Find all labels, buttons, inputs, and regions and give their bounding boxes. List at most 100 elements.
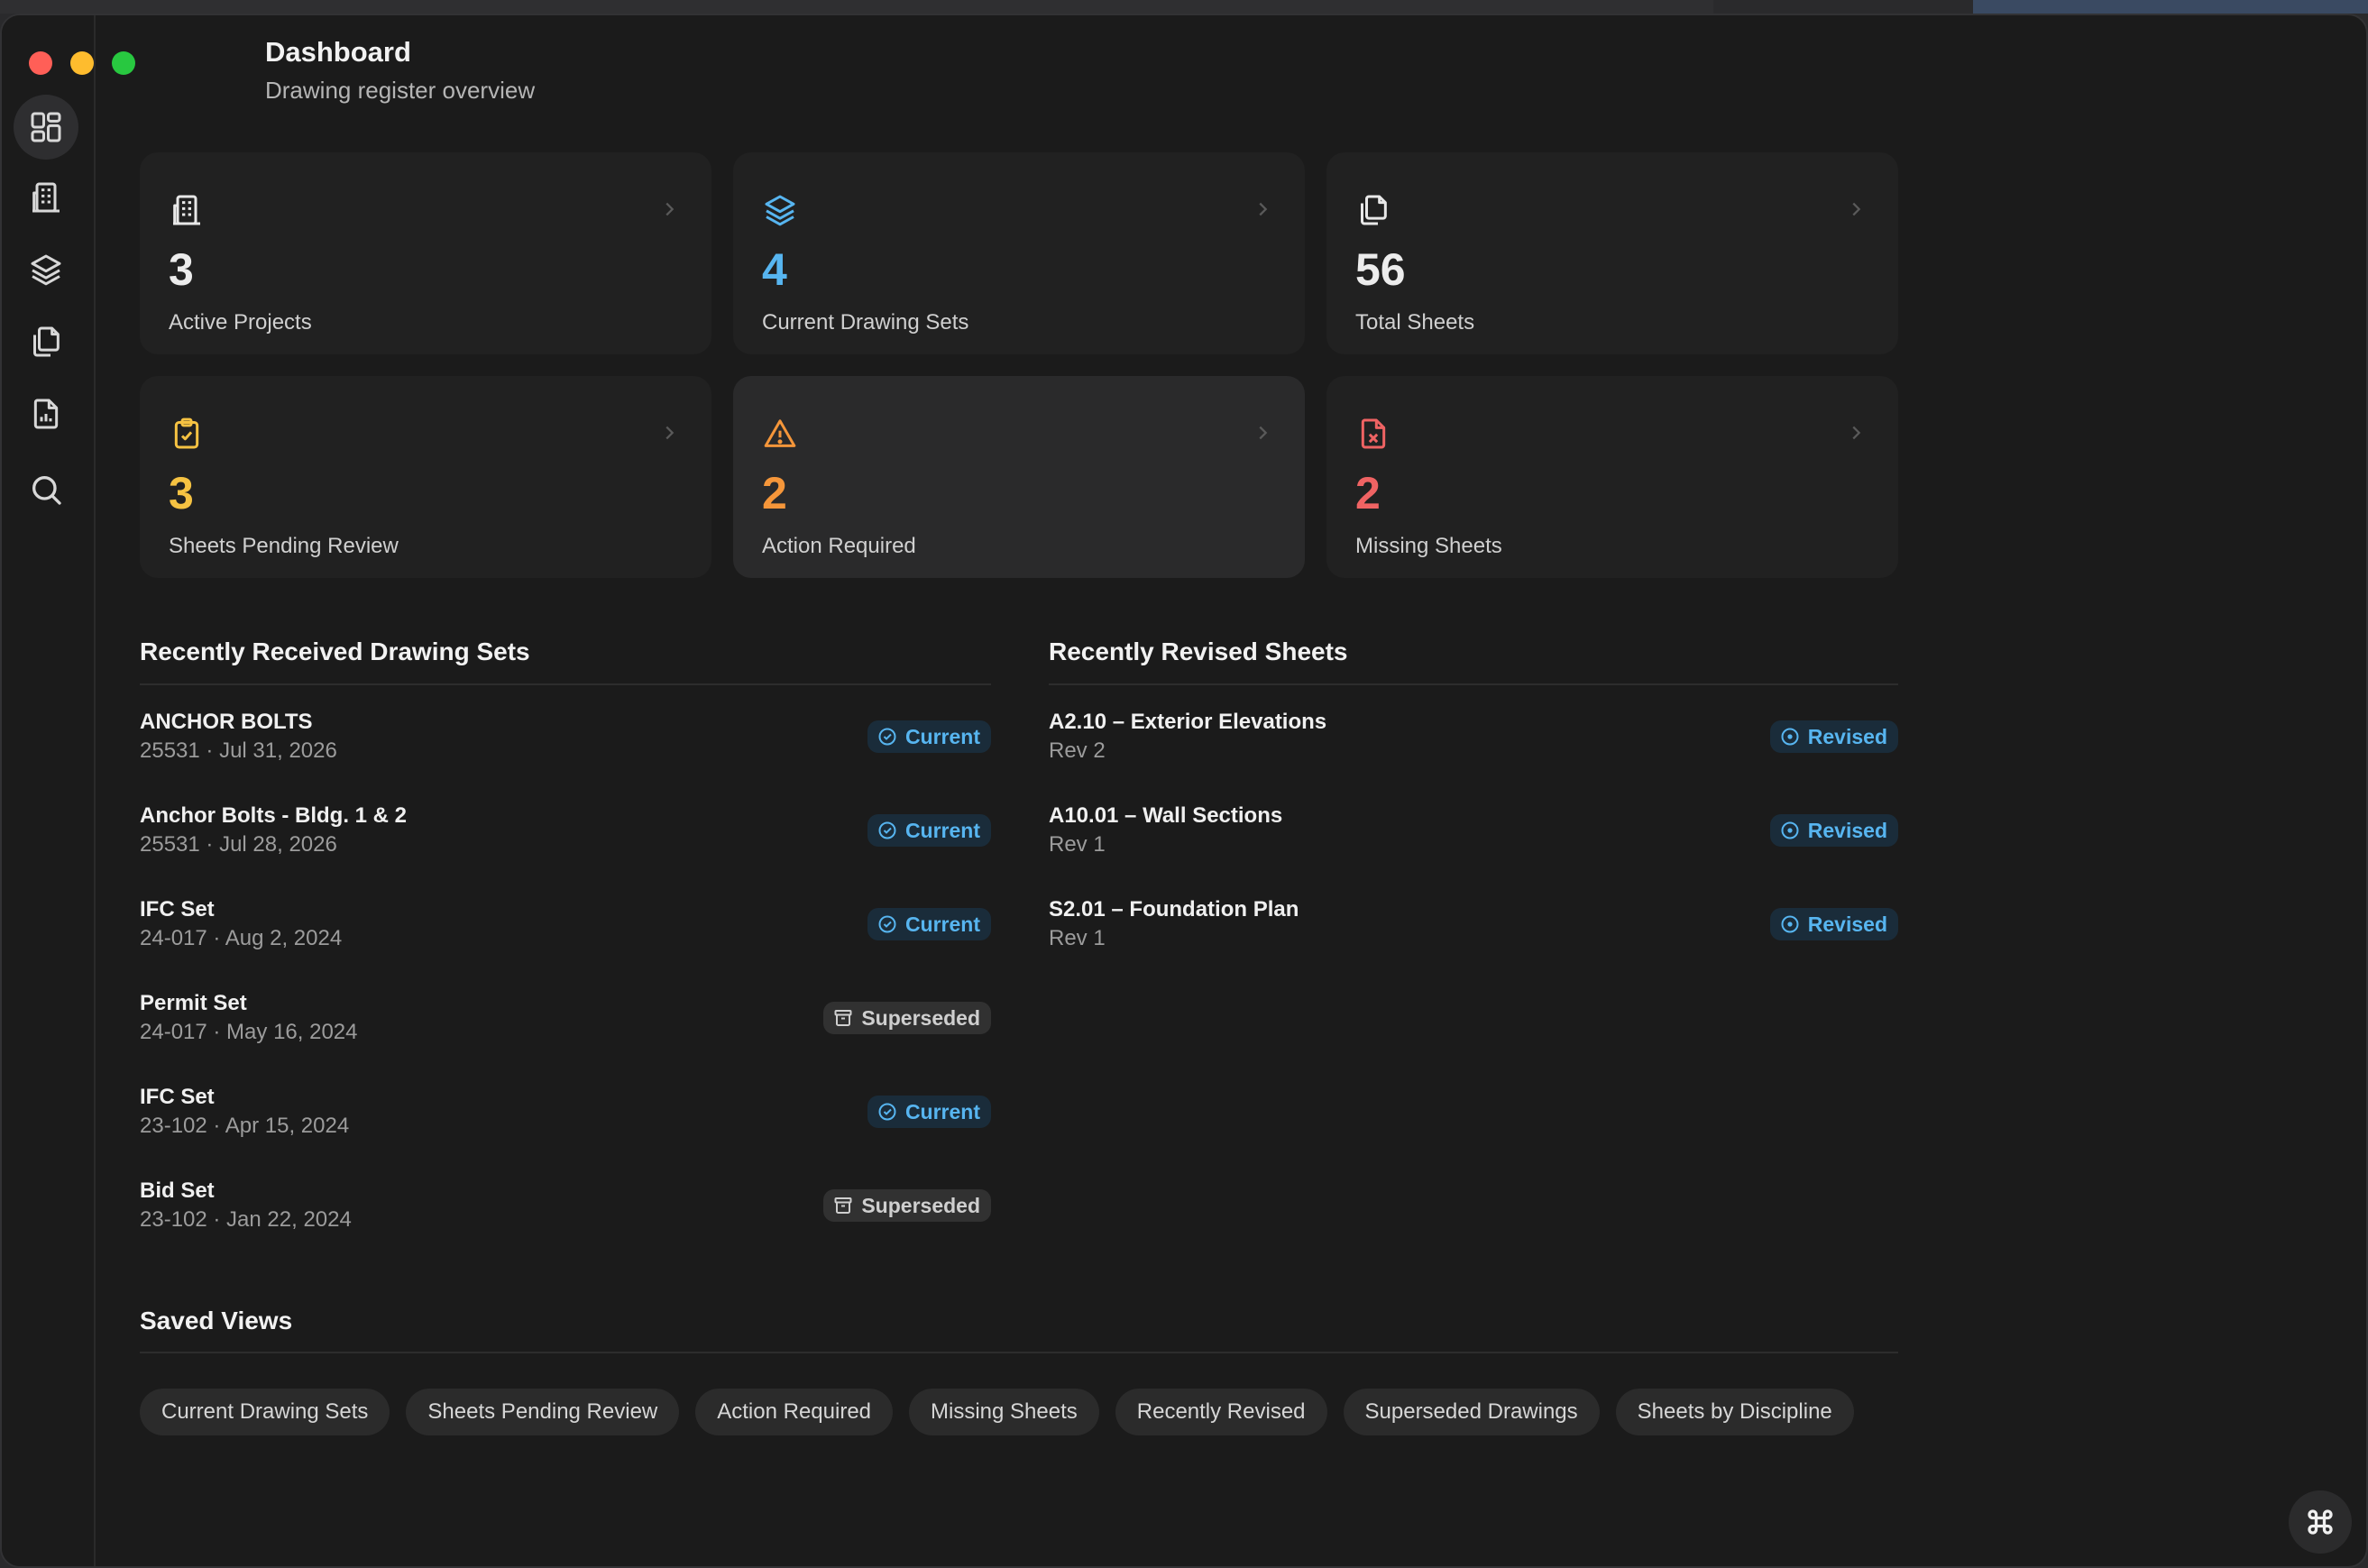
set-meta: 25531 · Jul 28, 2026: [140, 832, 337, 857]
command-button[interactable]: [2289, 1490, 2352, 1554]
status-badge: Revised: [1769, 720, 1898, 753]
saved-view-chip[interactable]: Current Drawing Sets: [140, 1389, 390, 1435]
sheet-revision: Rev 1: [1049, 926, 1106, 950]
list-item[interactable]: S2.01 – Foundation Plan Rev 1 Revised: [1049, 897, 1898, 978]
stat-label: Active Projects: [169, 310, 312, 335]
stat-card-total-sheets[interactable]: 56 Total Sheets: [1326, 152, 1898, 354]
building-icon: [173, 195, 200, 225]
saved-view-chip[interactable]: Missing Sheets: [909, 1389, 1099, 1435]
search-icon: [32, 476, 61, 505]
stat-card-missing-sheets[interactable]: 2 Missing Sheets: [1326, 376, 1898, 578]
saved-view-chip[interactable]: Action Required: [695, 1389, 894, 1435]
set-name: Anchor Bolts - Bldg. 1 & 2: [140, 803, 408, 828]
stat-label: Total Sheets: [1355, 310, 1475, 335]
dot-circle-icon: [1781, 821, 1799, 839]
status-badge: Current: [867, 1096, 991, 1128]
status-label: Revised: [1807, 912, 1887, 936]
background-window-strip-blue: [1973, 0, 2368, 14]
window-controls: [29, 51, 135, 75]
layers-icon: [31, 254, 61, 286]
stat-value: 56: [1355, 244, 1406, 295]
status-label: Current: [904, 912, 980, 936]
list-item[interactable]: Bid Set 23-102 · Jan 22, 2024 Superseded: [140, 1178, 991, 1260]
status-badge: Superseded: [823, 1189, 991, 1222]
list-item[interactable]: Permit Set 24-017 · May 16, 2024 Superse…: [140, 991, 991, 1072]
nav-projects[interactable]: [14, 165, 78, 230]
recent-sets-divider: [140, 683, 991, 685]
list-item[interactable]: Anchor Bolts - Bldg. 1 & 2 25531 · Jul 2…: [140, 803, 991, 885]
sidebar: [2, 15, 135, 1566]
saved-view-chip[interactable]: Recently Revised: [1115, 1389, 1327, 1435]
saved-view-chip[interactable]: Sheets by Discipline: [1615, 1389, 1854, 1435]
saved-view-chip[interactable]: Superseded Drawings: [1343, 1389, 1600, 1435]
stat-value: 3: [169, 244, 194, 295]
status-badge: Revised: [1769, 814, 1898, 847]
stat-label: Action Required: [762, 534, 916, 558]
set-name: Bid Set: [140, 1178, 215, 1203]
stat-card-current-drawing-sets[interactable]: 4 Current Drawing Sets: [733, 152, 1305, 354]
zoom-window-button[interactable]: [112, 51, 135, 75]
check-circle-icon: [878, 915, 896, 933]
set-name: Permit Set: [140, 991, 247, 1015]
check-circle-icon: [878, 821, 896, 839]
stat-value: 2: [1355, 468, 1381, 518]
report-icon: [33, 399, 59, 429]
dot-circle-icon: [1781, 915, 1799, 933]
saved-view-chip[interactable]: Sheets Pending Review: [406, 1389, 680, 1435]
recent-sets-title: Recently Received Drawing Sets: [140, 637, 530, 665]
set-meta: 23-102 · Apr 15, 2024: [140, 1114, 350, 1138]
copy-sheets-icon: [33, 326, 60, 357]
stat-card-active-projects[interactable]: 3 Active Projects: [140, 152, 711, 354]
set-meta: 24-017 · Aug 2, 2024: [140, 926, 343, 950]
saved-views-chips: Current Drawing Sets Sheets Pending Revi…: [140, 1389, 1854, 1435]
building-icon: [32, 182, 60, 213]
saved-views-title: Saved Views: [140, 1307, 293, 1334]
layers-icon: [765, 195, 795, 226]
minimize-window-button[interactable]: [70, 51, 94, 75]
stat-value: 3: [169, 468, 194, 518]
nav-sheets[interactable]: [14, 309, 78, 374]
stat-label: Current Drawing Sets: [762, 310, 969, 335]
chevron-right-icon: [665, 202, 675, 216]
status-badge: Revised: [1769, 908, 1898, 940]
nav-reports[interactable]: [14, 381, 78, 446]
chevron-right-icon: [665, 426, 675, 440]
status-label: Current: [904, 818, 980, 842]
set-meta: 23-102 · Jan 22, 2024: [140, 1207, 352, 1232]
revised-sheets-divider: [1049, 683, 1898, 685]
archive-icon: [834, 1197, 852, 1214]
stat-card-sheets-pending-review[interactable]: 3 Sheets Pending Review: [140, 376, 711, 578]
check-circle-icon: [878, 728, 896, 746]
status-label: Revised: [1807, 724, 1887, 748]
list-item[interactable]: IFC Set 24-017 · Aug 2, 2024 Current: [140, 897, 991, 978]
status-label: Revised: [1807, 818, 1887, 842]
app-window: Dashboard Drawing register overview 3 Ac…: [0, 14, 2368, 1568]
list-item[interactable]: A2.10 – Exterior Elevations Rev 2 Revise…: [1049, 710, 1898, 791]
list-item[interactable]: IFC Set 23-102 · Apr 15, 2024 Current: [140, 1085, 991, 1166]
nav-search[interactable]: [14, 457, 78, 522]
archive-icon: [834, 1010, 852, 1026]
stat-card-action-required[interactable]: 2 Action Required: [733, 376, 1305, 578]
revised-sheets-title: Recently Revised Sheets: [1049, 637, 1348, 665]
list-item[interactable]: A10.01 – Wall Sections Rev 1 Revised: [1049, 803, 1898, 885]
set-name: ANCHOR BOLTS: [140, 710, 313, 734]
clipboard-check-icon: [174, 417, 199, 449]
sheet-name: A2.10 – Exterior Elevations: [1049, 710, 1327, 734]
chevron-right-icon: [1852, 202, 1861, 216]
status-label: Current: [904, 724, 980, 748]
nav-drawing-sets[interactable]: [14, 237, 78, 302]
list-item[interactable]: ANCHOR BOLTS 25531 · Jul 31, 2026 Curren…: [140, 710, 991, 791]
status-label: Current: [904, 1099, 980, 1123]
nav-dashboard[interactable]: [14, 95, 78, 160]
sheet-revision: Rev 1: [1049, 832, 1106, 857]
warning-icon: [764, 419, 796, 447]
status-label: Superseded: [861, 1005, 980, 1030]
close-window-button[interactable]: [29, 51, 52, 75]
stat-value: 2: [762, 468, 787, 518]
status-badge: Superseded: [823, 1002, 991, 1034]
stat-value: 4: [762, 244, 787, 295]
dashboard-icon: [31, 112, 61, 142]
status-badge: Current: [867, 814, 991, 847]
chevron-right-icon: [1259, 202, 1268, 216]
page-subtitle: Drawing register overview: [265, 77, 536, 104]
